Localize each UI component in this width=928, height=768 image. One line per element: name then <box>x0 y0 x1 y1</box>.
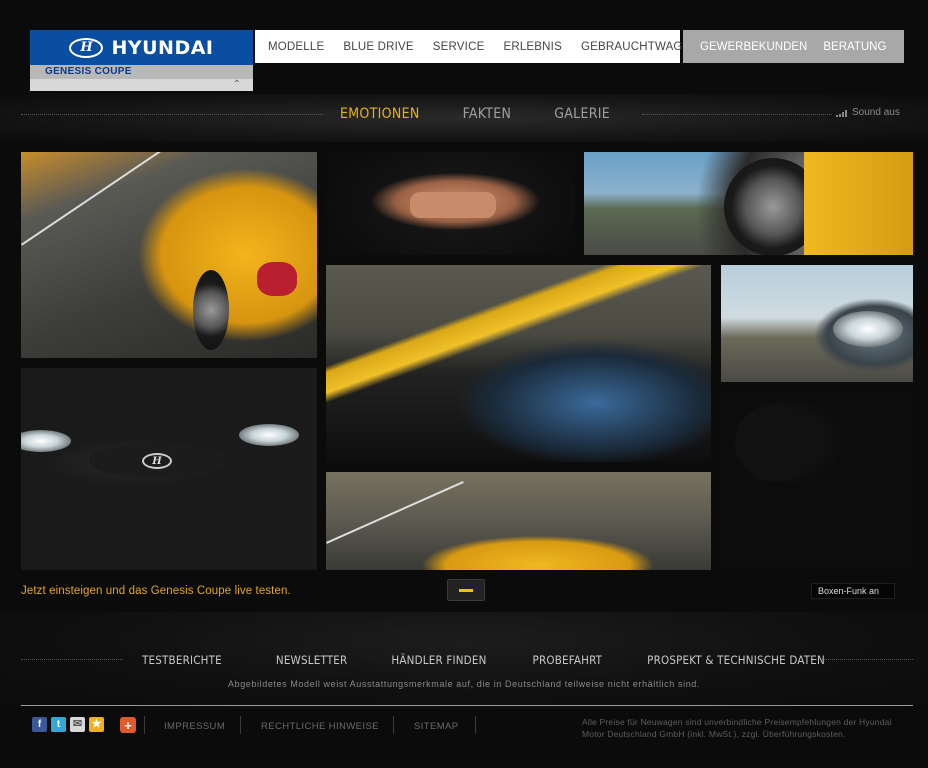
email-icon[interactable]: ✉ <box>70 717 85 732</box>
nav-modelle[interactable]: MODELLE <box>268 41 324 53</box>
helmet <box>735 404 815 482</box>
brand-name: HYUNDAI <box>111 36 214 59</box>
gallery-photo-car-front[interactable]: H <box>21 368 317 570</box>
model-disclaimer: Abgebildetes Modell weist Ausstattungsme… <box>227 679 700 689</box>
divider <box>642 114 832 115</box>
footer-link-haendler-finden[interactable]: HÄNDLER FINDEN <box>391 653 486 667</box>
nav-beratung[interactable]: BERATUNG <box>823 41 886 53</box>
divider <box>393 716 394 734</box>
brand-block: H HYUNDAI GENESIS COUPE ⌃ <box>30 30 253 91</box>
sound-bars-icon <box>836 109 847 117</box>
divider <box>21 659 123 660</box>
share-plus-icon[interactable]: + <box>120 717 136 733</box>
tab-fakten[interactable]: FAKTEN <box>463 106 512 122</box>
divider <box>21 114 323 115</box>
model-name: GENESIS COUPE <box>30 65 253 79</box>
gallery-pager-button[interactable] <box>447 579 485 601</box>
chevron-up-icon: ⌃ <box>232 79 241 90</box>
section-tabs: EMOTIONEN FAKTEN GALERIE <box>340 106 610 122</box>
gallery-photo-driver-side[interactable] <box>721 392 913 570</box>
nav-erlebnis[interactable]: ERLEBNIS <box>503 41 561 53</box>
headlight <box>239 424 299 446</box>
footer-separator <box>21 705 913 706</box>
divider <box>811 659 913 660</box>
headlight <box>833 311 903 347</box>
divider <box>240 716 241 734</box>
hyundai-logo[interactable]: H HYUNDAI <box>30 30 253 65</box>
gallery-photo-driver-helmet[interactable] <box>326 152 575 255</box>
hyundai-emblem-icon: H <box>142 453 172 469</box>
footer-links: TESTBERICHTE NEWSLETTER HÄNDLER FINDEN P… <box>142 653 825 667</box>
main-navigation: MODELLE BLUE DRIVE SERVICE ERLEBNIS GEBR… <box>255 30 699 63</box>
footer-link-testberichte[interactable]: TESTBERICHTE <box>142 653 222 667</box>
model-menu-toggle[interactable]: ⌃ <box>30 79 253 91</box>
headlight <box>21 430 71 452</box>
social-icons: f t ✉ ★ <box>32 717 104 732</box>
test-drive-cta[interactable]: Jetzt einsteigen und das Genesis Coupe l… <box>21 585 291 597</box>
favorite-icon[interactable]: ★ <box>89 717 104 732</box>
tab-galerie[interactable]: GALERIE <box>554 106 610 122</box>
nav-gewerbekunden[interactable]: GEWERBEKUNDEN <box>700 41 807 53</box>
sound-label: Sound aus <box>852 107 900 118</box>
gallery-photo-car-rear[interactable] <box>21 152 317 358</box>
divider <box>475 716 476 734</box>
tab-emotionen[interactable]: EMOTIONEN <box>340 106 420 122</box>
sound-toggle[interactable]: Sound aus <box>836 107 900 118</box>
pager-indicator-icon <box>459 588 473 592</box>
wheel <box>193 270 229 350</box>
gallery-photo-headlight[interactable] <box>721 265 913 382</box>
gallery-photo-hood-road[interactable] <box>326 472 711 570</box>
footer-link-newsletter[interactable]: NEWSLETTER <box>276 653 348 667</box>
footer-link-sitemap[interactable]: SITEMAP <box>414 721 459 732</box>
nav-blue-drive[interactable]: BLUE DRIVE <box>343 41 413 53</box>
footer-link-rechtliche-hinweise[interactable]: RECHTLICHE HINWEISE <box>261 721 379 732</box>
twitter-icon[interactable]: t <box>51 717 66 732</box>
nav-gebrauchtwagen[interactable]: GEBRAUCHTWAGEN <box>581 41 699 53</box>
boxen-funk-toggle[interactable]: Boxen-Funk an <box>811 583 895 599</box>
taillight <box>257 262 297 296</box>
price-disclaimer: Alle Preise für Neuwagen sind unverbindl… <box>582 717 892 739</box>
footer-link-probefahrt[interactable]: PROBEFAHRT <box>533 653 603 667</box>
facebook-icon[interactable]: f <box>32 717 47 732</box>
footer-link-prospekt[interactable]: PROSPEKT & TECHNISCHE DATEN <box>647 653 825 667</box>
gallery-photo-wheel[interactable] <box>584 152 913 255</box>
gallery-photo-spoiler[interactable] <box>326 265 711 462</box>
divider <box>144 716 145 734</box>
hyundai-emblem-icon: H <box>69 37 104 58</box>
secondary-navigation: GEWERBEKUNDEN BERATUNG <box>683 30 904 63</box>
nav-service[interactable]: SERVICE <box>433 41 485 53</box>
footer-link-impressum[interactable]: IMPRESSUM <box>164 721 225 732</box>
